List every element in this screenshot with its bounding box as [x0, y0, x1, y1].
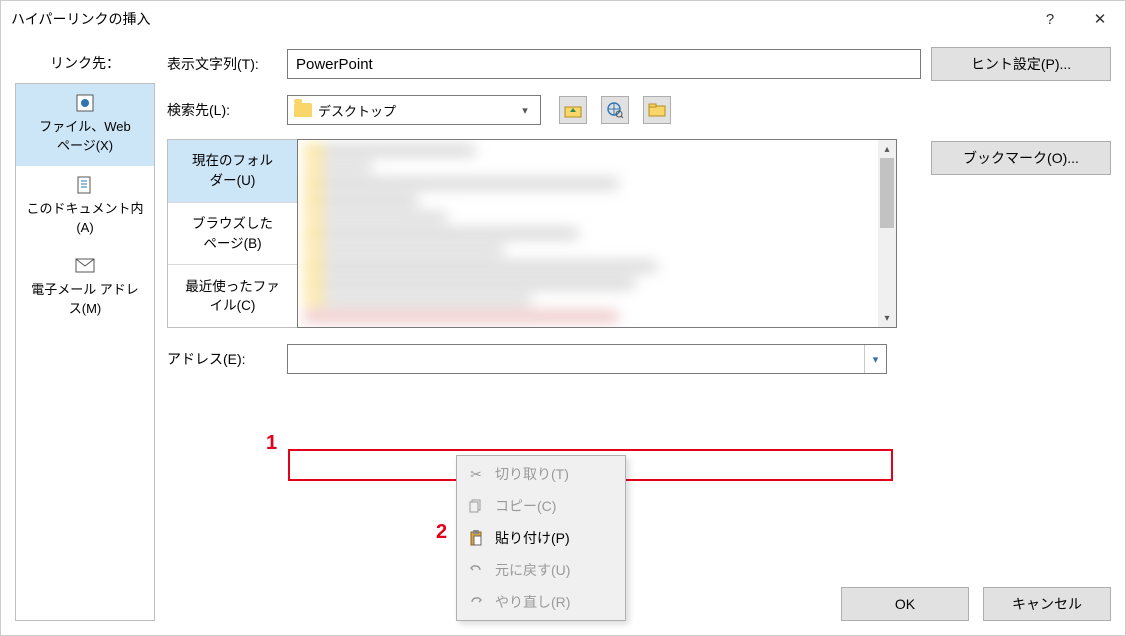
scroll-down-icon[interactable]: ▾ — [878, 309, 896, 327]
ctx-copy: コピー(C) — [459, 490, 623, 522]
display-text-input[interactable] — [287, 49, 921, 79]
address-field[interactable] — [288, 345, 864, 373]
close-button[interactable]: ✕ — [1075, 1, 1125, 37]
link-target-label: 電子メール アドレ ス(M) — [31, 281, 139, 319]
up-folder-icon — [564, 102, 582, 118]
address-label: アドレス(E): — [167, 349, 277, 369]
context-menu: ✂ 切り取り(T) コピー(C) 貼り付け(P) 元に戻す(U) やり直し(R) — [456, 455, 626, 621]
chevron-down-icon[interactable]: ▾ — [864, 345, 886, 373]
help-button[interactable]: ? — [1025, 1, 1075, 37]
scrollbar-thumb[interactable] — [880, 158, 894, 228]
tab-current-folder[interactable]: 現在のフォル ダー(U) — [168, 140, 297, 203]
file-web-icon — [74, 92, 96, 114]
tab-recent-files[interactable]: 最近使ったファ イル(C) — [168, 265, 297, 327]
email-icon — [74, 255, 96, 277]
ok-button[interactable]: OK — [841, 587, 969, 621]
undo-icon — [467, 563, 485, 577]
file-list-blurred — [304, 146, 874, 321]
search-in-label: 検索先(L): — [167, 100, 277, 120]
link-target-list: ファイル、Web ページ(X) このドキュメント内 (A) 電子メール アドレ … — [15, 83, 155, 621]
cancel-button[interactable]: キャンセル — [983, 587, 1111, 621]
link-target-this-doc[interactable]: このドキュメント内 (A) — [16, 166, 154, 248]
scrollbar[interactable]: ▴ ▾ — [878, 140, 896, 327]
chevron-down-icon: ▾ — [516, 104, 534, 117]
folder-icon — [294, 103, 312, 117]
link-target-file-web[interactable]: ファイル、Web ページ(X) — [16, 84, 154, 166]
cut-icon: ✂ — [467, 466, 485, 483]
link-target-email[interactable]: 電子メール アドレ ス(M) — [16, 247, 154, 329]
paste-icon — [467, 530, 485, 546]
dialog-title: ハイパーリンクの挿入 — [11, 9, 150, 29]
ctx-paste[interactable]: 貼り付け(P) — [459, 522, 623, 554]
address-input[interactable]: ▾ — [287, 344, 887, 374]
up-folder-button[interactable] — [559, 96, 587, 124]
file-list[interactable]: ▴ ▾ — [297, 139, 897, 328]
link-target-label: ファイル、Web ページ(X) — [39, 118, 131, 156]
bookmark-button[interactable]: ブックマーク(O)... — [931, 141, 1111, 175]
this-doc-icon — [74, 174, 96, 196]
tab-browsed-pages[interactable]: ブラウズした ページ(B) — [168, 203, 297, 266]
globe-search-icon — [606, 101, 624, 119]
browser-tab-list: 現在のフォル ダー(U) ブラウズした ページ(B) 最近使ったファ イル(C) — [167, 139, 297, 328]
ctx-cut: ✂ 切り取り(T) — [459, 458, 623, 490]
browse-web-button[interactable] — [601, 96, 629, 124]
search-in-combo[interactable]: デスクトップ ▾ — [287, 95, 541, 125]
ctx-undo: 元に戻す(U) — [459, 554, 623, 586]
redo-icon — [467, 595, 485, 609]
search-in-value: デスクトップ — [318, 101, 396, 120]
titlebar: ハイパーリンクの挿入 ? ✕ — [1, 1, 1125, 37]
link-target-label: このドキュメント内 (A) — [26, 200, 143, 238]
browse-file-button[interactable] — [643, 96, 671, 124]
ctx-redo: やり直し(R) — [459, 586, 623, 618]
display-text-label: 表示文字列(T): — [167, 54, 277, 74]
open-folder-icon — [648, 103, 666, 117]
link-to-label: リンク先： — [15, 47, 155, 83]
scroll-up-icon[interactable]: ▴ — [878, 140, 896, 158]
hint-settings-button[interactable]: ヒント設定(P)... — [931, 47, 1111, 81]
copy-icon — [467, 499, 485, 513]
